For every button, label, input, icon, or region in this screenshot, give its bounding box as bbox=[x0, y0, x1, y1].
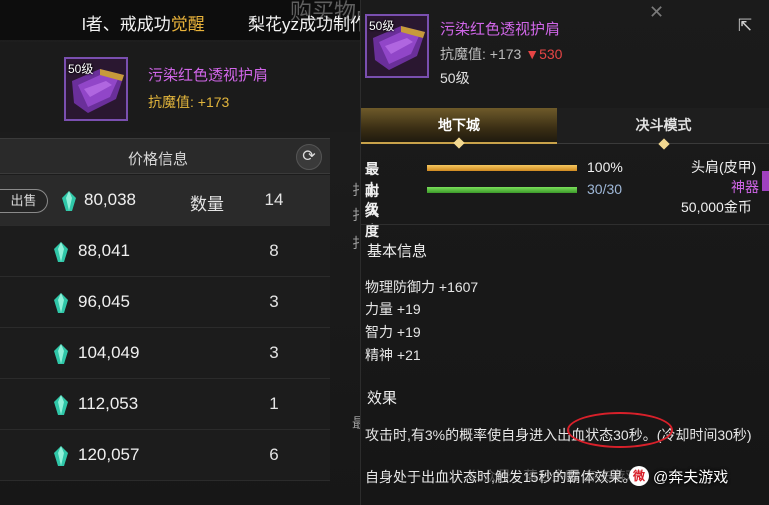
mode-tabs: 地下城 决斗模式 bbox=[361, 108, 769, 150]
stat-line: 物理防御力 +1607 bbox=[365, 279, 479, 295]
weibo-icon: 微 bbox=[629, 466, 649, 486]
close-icon[interactable]: ✕ bbox=[649, 2, 664, 23]
listing-price: 120,057 bbox=[78, 445, 140, 464]
gem-icon bbox=[54, 446, 68, 466]
text-fragment: 扌 bbox=[352, 182, 360, 198]
listing-quantity: 1 bbox=[269, 394, 279, 413]
ticker-message-2: 梨花yz成功制作 bbox=[248, 15, 360, 34]
top-grade-track bbox=[427, 165, 577, 171]
text-fragment: 最 bbox=[352, 415, 360, 431]
sell-price: 50,000金币 bbox=[681, 199, 752, 215]
listing-quantity: 3 bbox=[269, 343, 279, 362]
listing-price: 88,041 bbox=[78, 241, 130, 260]
stat-line: 精神 +21 bbox=[365, 347, 421, 363]
occluded-text-fragments: 扌 扌 扌 最 bbox=[348, 0, 360, 505]
selected-item: 50级 污染红色透视护肩 抗魔值: +173 bbox=[0, 42, 360, 132]
listing-quantity: 6 bbox=[269, 445, 279, 464]
divider bbox=[361, 224, 769, 225]
effect-description: 攻击时,有3%的概率使自身进入出血状态30秒。(冷却时间30秒) bbox=[365, 427, 752, 443]
annotation-circle bbox=[567, 412, 673, 448]
item-name: 污染红色透视护肩 bbox=[148, 67, 269, 84]
share-icon[interactable]: ⇱ bbox=[733, 16, 757, 36]
gem-icon bbox=[54, 344, 68, 364]
table-row[interactable]: 104,049 3 bbox=[0, 328, 330, 379]
announcement-ticker: 购买物品 l者、戒成功觉醒 梨花yz成功制作 bbox=[0, 0, 360, 40]
shoulder-armor-icon[interactable]: 50级 bbox=[64, 57, 128, 121]
table-row[interactable]: 出售 80,038 数量 14 bbox=[0, 175, 330, 226]
durability-value: 30/30 bbox=[587, 181, 623, 197]
active-tab-diamond-icon bbox=[453, 137, 465, 149]
effect-title: 效果 bbox=[367, 390, 398, 407]
tooltip-item-level: 50级 bbox=[440, 70, 470, 86]
gem-icon bbox=[62, 191, 76, 211]
listing-price: 80,038 bbox=[84, 190, 136, 209]
price-info-title: 价格信息 bbox=[127, 151, 188, 168]
refresh-icon[interactable]: ⟳ bbox=[296, 144, 322, 170]
price-list: 出售 80,038 数量 14 88,041 8 96,045 3 104,04… bbox=[0, 175, 330, 481]
top-grade-fill bbox=[427, 165, 577, 171]
tooltip-stat: 抗魔值: +173 ▼530 bbox=[440, 46, 563, 62]
listing-quantity: 3 bbox=[269, 292, 279, 311]
stat-line: 智力 +19 bbox=[365, 324, 421, 340]
watermark: 公众号 · 落日余晖 奔夫游戏 微 @奔夫游戏 bbox=[361, 462, 769, 492]
tab-diamond-icon bbox=[657, 138, 670, 150]
price-info-header: 价格信息 ⟳ bbox=[0, 138, 330, 174]
item-level-badge: 50级 bbox=[68, 62, 94, 76]
listing-price: 112,053 bbox=[78, 394, 139, 413]
table-row[interactable]: 96,045 3 bbox=[0, 277, 330, 328]
durability-label: 耐久度 bbox=[365, 183, 379, 239]
tooltip-item-name: 污染红色透视护肩 bbox=[440, 21, 561, 38]
scroll-edge-marker bbox=[762, 171, 769, 191]
item-level-badge: 50级 bbox=[369, 19, 395, 33]
shoulder-armor-icon: 50级 bbox=[365, 14, 429, 78]
equipment-slot: 头肩(皮甲) bbox=[691, 159, 757, 175]
gem-icon bbox=[54, 395, 68, 415]
listing-quantity: 14 bbox=[264, 190, 284, 209]
listing-price: 96,045 bbox=[78, 292, 130, 311]
sell-button[interactable]: 出售 bbox=[0, 189, 48, 213]
basic-info-title: 基本信息 bbox=[367, 243, 428, 260]
text-fragment: 扌 bbox=[352, 235, 360, 251]
listing-quantity: 8 bbox=[269, 241, 279, 260]
gem-icon bbox=[54, 242, 68, 262]
tab-duel-mode[interactable]: 决斗模式 bbox=[557, 108, 769, 150]
watermark-text: @奔夫游戏 bbox=[653, 469, 729, 486]
quantity-label: 数量 bbox=[190, 195, 224, 214]
durability-track bbox=[427, 187, 577, 193]
text-fragment: 扌 bbox=[352, 207, 360, 223]
ticker-message-1: l者、戒成功觉醒 bbox=[82, 15, 205, 34]
table-row[interactable]: 120,057 6 bbox=[0, 430, 330, 481]
durability-fill bbox=[427, 187, 577, 193]
table-row[interactable]: 88,041 8 bbox=[0, 226, 330, 277]
top-grade-value: 100% bbox=[587, 159, 623, 175]
faint-watermark: 公众号 · 落日余晖 奔夫游戏 bbox=[469, 468, 640, 484]
stat-line: 力量 +19 bbox=[365, 301, 421, 317]
tab-dungeon[interactable]: 地下城 bbox=[361, 108, 557, 149]
purchase-panel: 购买物品 l者、戒成功觉醒 梨花yz成功制作 50级 污染红色透视护肩 抗魔值:… bbox=[0, 0, 360, 505]
item-tier: 神器 bbox=[731, 179, 759, 195]
stat-compare-down: ▼530 bbox=[525, 46, 563, 62]
item-tooltip: 50级 污染红色透视护肩 抗魔值: +173 ▼530 50级 ✕ ⇱ 地下城 … bbox=[360, 0, 769, 505]
item-stat: 抗魔值: +173 bbox=[148, 94, 230, 110]
table-row[interactable]: 112,053 1 bbox=[0, 379, 330, 430]
listing-price: 104,049 bbox=[78, 343, 140, 362]
gem-icon bbox=[54, 293, 68, 313]
